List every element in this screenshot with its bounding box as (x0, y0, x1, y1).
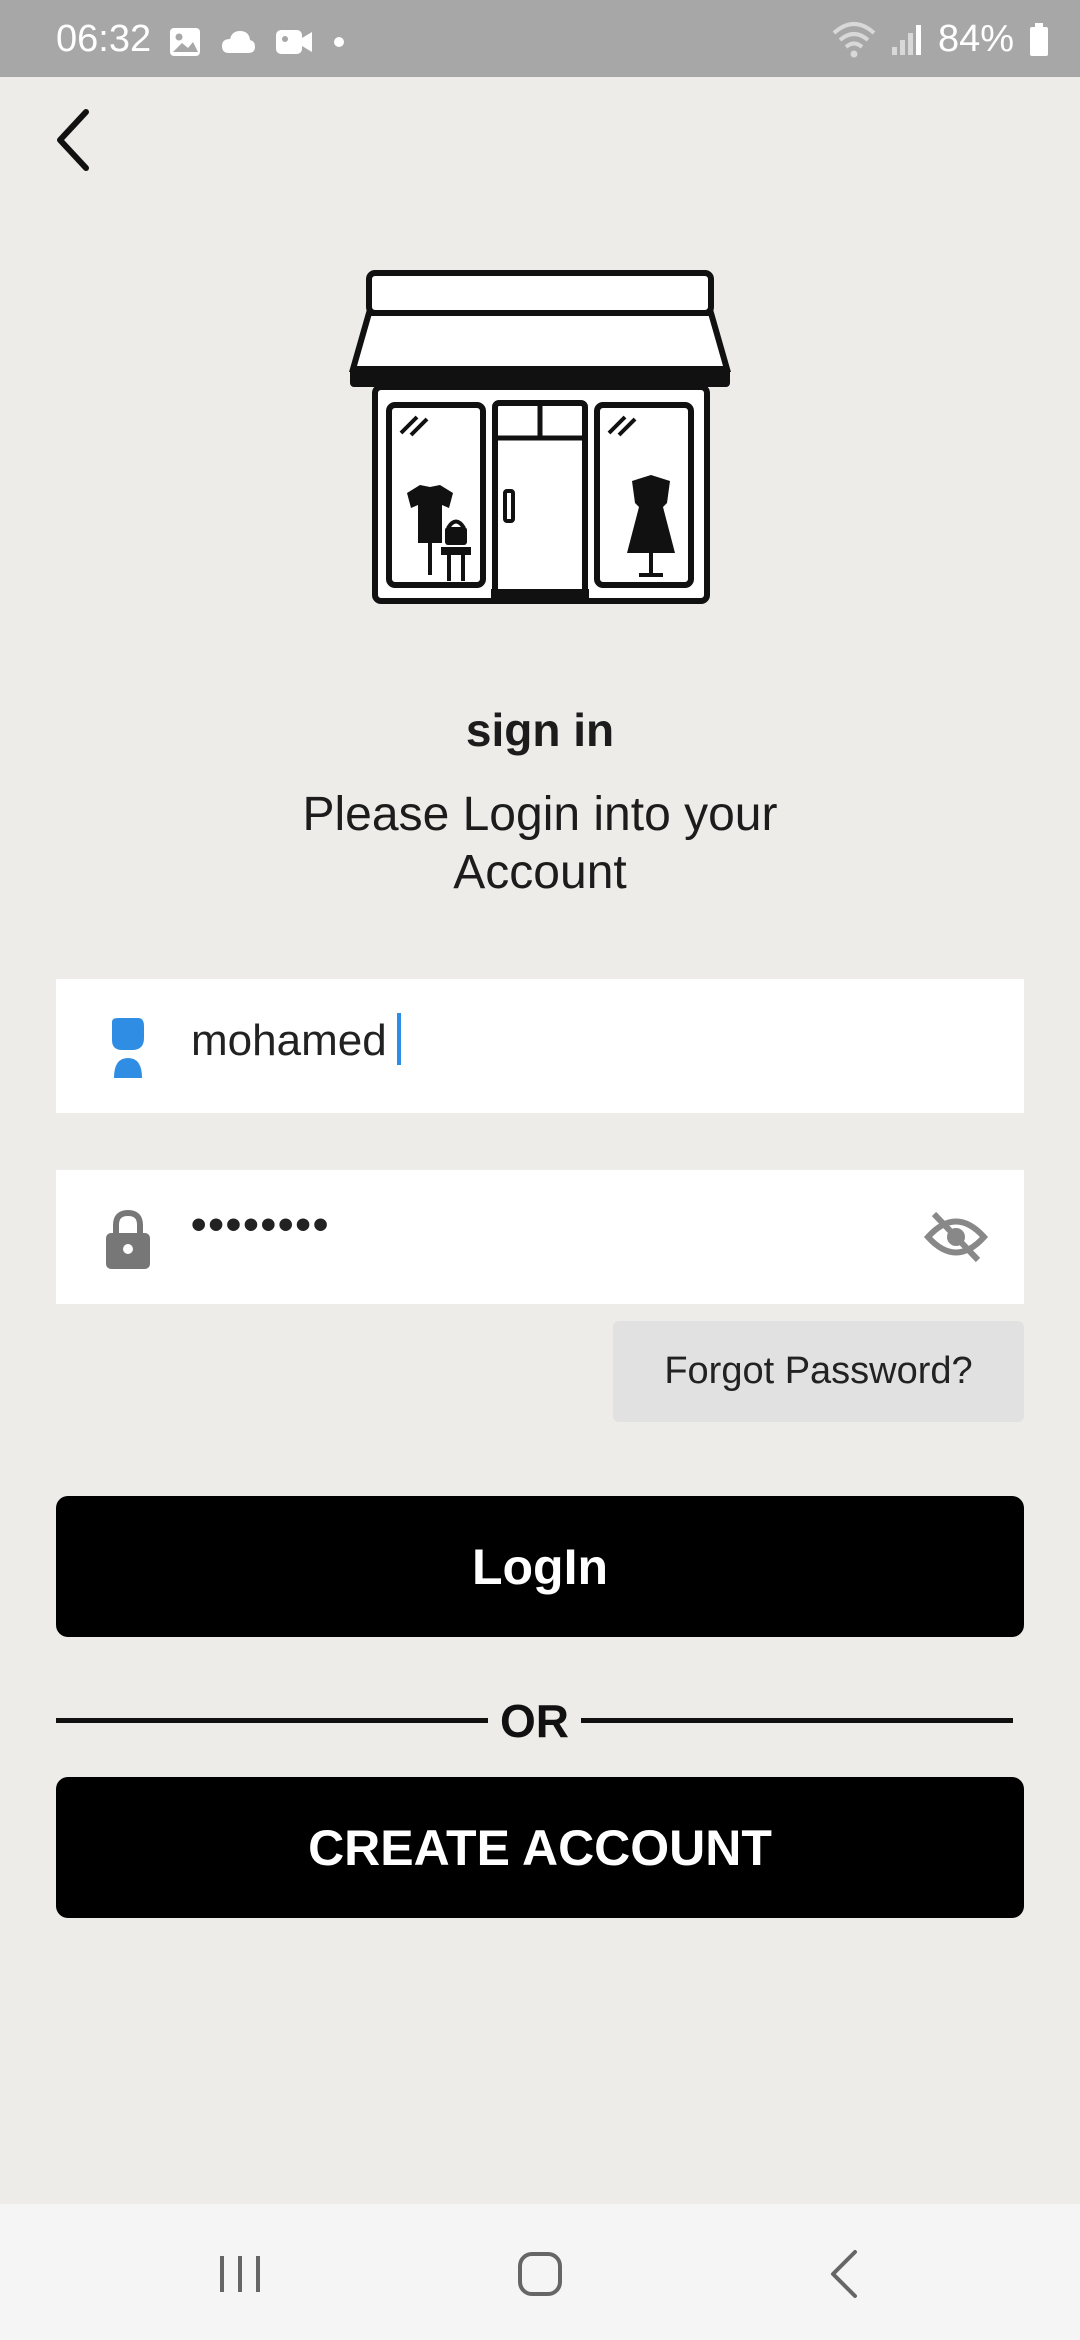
wifi-icon (832, 21, 876, 57)
battery-percent: 84% (937, 18, 1014, 60)
dot-icon (334, 37, 344, 47)
store-icon (349, 270, 731, 604)
user-icon (112, 1018, 144, 1078)
text-cursor (396, 1013, 401, 1065)
cloud-icon (222, 31, 255, 53)
gallery-icon (170, 28, 200, 56)
back-arrow-icon[interactable] (48, 104, 104, 176)
username-value[interactable]: mohamed (191, 1013, 401, 1066)
divider-left (56, 1718, 488, 1723)
recents-icon[interactable] (210, 2244, 270, 2304)
password-field[interactable]: •••••••• (56, 1170, 1024, 1304)
signal-icon (891, 24, 921, 55)
status-time: 06:32 (56, 18, 152, 60)
login-button[interactable]: LogIn (56, 1496, 1024, 1637)
status-bar: 06:32 84% (0, 0, 1080, 77)
divider-label: OR (500, 1695, 569, 1747)
page-title: sign in (465, 704, 615, 756)
home-icon[interactable] (510, 2244, 570, 2304)
password-value[interactable]: •••••••• (191, 1200, 330, 1250)
divider-right (581, 1718, 1013, 1723)
lock-icon (106, 1209, 150, 1269)
system-nav-bar (0, 2204, 1080, 2340)
page-subtitle: Please Login into your Account (302, 788, 778, 899)
battery-icon (1030, 22, 1048, 56)
forgot-password-button[interactable]: Forgot Password? (613, 1321, 1024, 1422)
video-icon (276, 30, 312, 54)
eye-off-icon[interactable] (924, 1208, 988, 1266)
create-account-button[interactable]: CREATE ACCOUNT (56, 1777, 1024, 1918)
username-field[interactable]: mohamed (56, 979, 1024, 1113)
notification-icons (168, 22, 346, 62)
back-icon[interactable] (815, 2244, 875, 2304)
